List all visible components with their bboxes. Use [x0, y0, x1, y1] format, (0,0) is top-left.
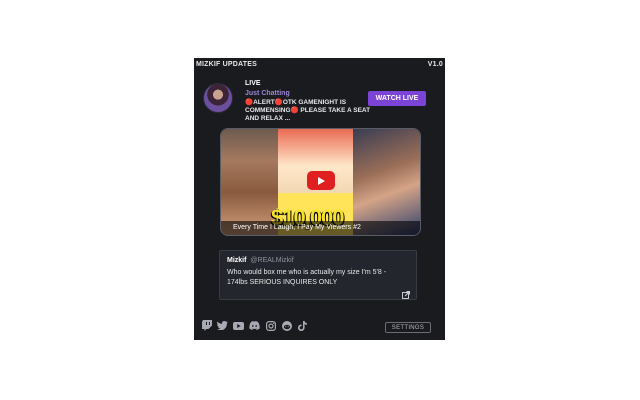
external-link-icon[interactable]	[402, 286, 410, 299]
live-status-label: LIVE	[245, 80, 261, 87]
stream-title: 🔴ALERT🔴OTK GAMENIGHT IS COMMENSING🔴 PLEA…	[245, 99, 371, 122]
social-links	[201, 320, 308, 331]
live-status-section: LIVE Just Chatting 🔴ALERT🔴OTK GAMENIGHT …	[200, 78, 439, 122]
video-thumbnail-right	[353, 129, 420, 235]
twitter-icon[interactable]	[217, 320, 228, 331]
play-icon[interactable]	[307, 171, 335, 190]
video-thumbnail-left	[221, 129, 278, 235]
youtube-icon[interactable]	[233, 320, 244, 331]
tweet-author: Mizkif @REALMizkif	[227, 257, 294, 264]
extension-popup: MIZKIF UPDATES V1.0 LIVE Just Chatting 🔴…	[194, 58, 445, 340]
header-bar: MIZKIF UPDATES V1.0	[194, 58, 445, 70]
video-title: Every Time I Laugh, I Pay My Viewers #2	[221, 221, 420, 235]
tiktok-icon[interactable]	[297, 320, 308, 331]
instagram-icon[interactable]	[265, 320, 276, 331]
app-title: MIZKIF UPDATES	[196, 60, 258, 68]
video-card[interactable]: $10,000 Every Time I Laugh, I Pay My Vie…	[220, 128, 421, 236]
watch-live-button[interactable]: WATCH LIVE	[368, 91, 426, 106]
stream-category: Just Chatting	[245, 90, 290, 97]
tweet-author-handle: @REALMizkif	[250, 257, 294, 264]
version-label: V1.0	[427, 60, 443, 68]
tweet-text: Who would box me who is actually my size…	[227, 269, 387, 286]
tweet-author-name: Mizkif	[227, 257, 247, 264]
discord-icon[interactable]	[249, 320, 260, 331]
tweet-card: Mizkif @REALMizkif Who would box me who …	[219, 250, 417, 300]
twitch-icon[interactable]	[201, 320, 212, 331]
reddit-icon[interactable]	[281, 320, 292, 331]
settings-button[interactable]: SETTINGS	[385, 322, 431, 333]
avatar	[203, 83, 233, 113]
